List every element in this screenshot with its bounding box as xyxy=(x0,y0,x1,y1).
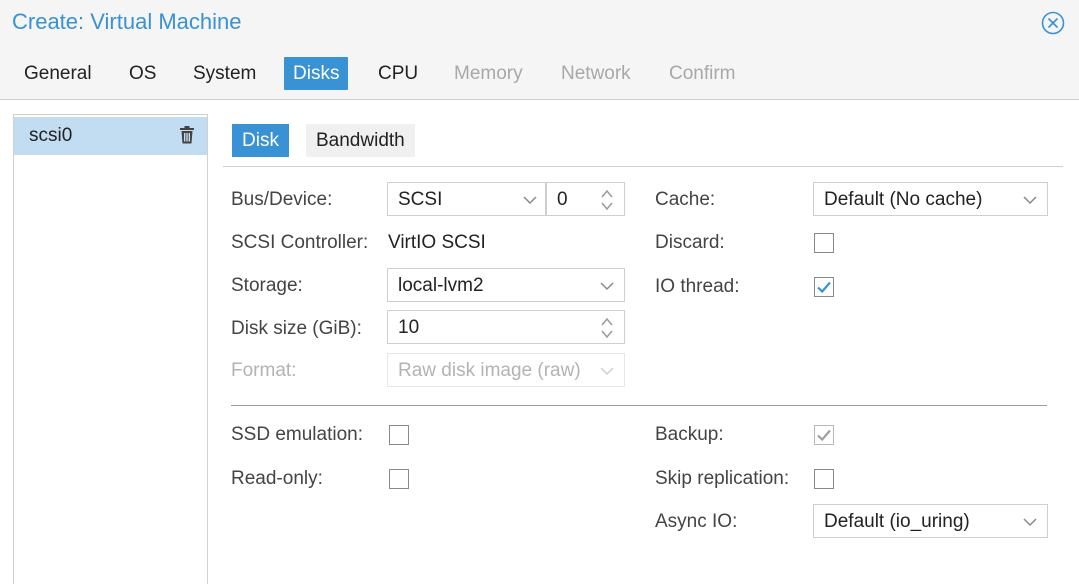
disk-list-item-label: scsi0 xyxy=(29,125,73,146)
tab-general[interactable]: General xyxy=(15,57,101,90)
cache-label: Cache: xyxy=(655,189,716,210)
async-io-select-value: Default (io_uring) xyxy=(824,511,970,532)
async-io-select[interactable]: Default (io_uring) xyxy=(813,504,1048,538)
storage-label: Storage: xyxy=(231,275,303,296)
tab-network: Network xyxy=(561,63,631,84)
subtab-divider xyxy=(223,166,1063,167)
check-icon xyxy=(817,429,831,442)
ssd-emulation-checkbox[interactable] xyxy=(389,425,409,445)
trash-icon[interactable] xyxy=(179,126,195,144)
chevron-down-icon xyxy=(1022,192,1038,208)
tab-os[interactable]: OS xyxy=(120,57,165,90)
disk-list-panel: scsi0 xyxy=(13,114,208,584)
io-thread-checkbox[interactable] xyxy=(814,277,834,297)
scsi-controller-value: VirtIO SCSI xyxy=(388,232,486,253)
tab-system[interactable]: System xyxy=(184,57,265,90)
bus-device-label: Bus/Device: xyxy=(231,189,333,210)
cache-select-value: Default (No cache) xyxy=(824,189,983,210)
window-titlebar: Create: Virtual Machine xyxy=(0,0,1079,48)
discard-checkbox[interactable] xyxy=(814,233,834,253)
chevron-down-icon xyxy=(522,192,538,208)
close-icon[interactable] xyxy=(1041,11,1065,35)
spinner-arrows-icon[interactable] xyxy=(599,187,615,213)
section-separator xyxy=(231,405,1047,406)
bus-select[interactable]: SCSI xyxy=(387,182,546,216)
format-select: Raw disk image (raw) xyxy=(387,353,625,387)
tab-cpu[interactable]: CPU xyxy=(369,57,427,90)
spinner-arrows-icon[interactable] xyxy=(599,315,615,341)
subtab-disk[interactable]: Disk xyxy=(232,124,289,157)
backup-checkbox xyxy=(814,425,834,445)
disk-size-label: Disk size (GiB): xyxy=(231,318,362,339)
window-title: Create: Virtual Machine xyxy=(12,9,242,34)
tab-memory: Memory xyxy=(454,63,523,84)
read-only-label: Read-only: xyxy=(231,468,323,489)
cache-select[interactable]: Default (No cache) xyxy=(813,182,1048,216)
disk-list-item-scsi0[interactable]: scsi0 xyxy=(14,117,207,155)
chevron-down-icon xyxy=(599,363,615,379)
check-icon xyxy=(817,281,831,294)
storage-select[interactable]: local-lvm2 xyxy=(387,268,625,302)
device-index-spinner[interactable]: 0 xyxy=(546,182,625,216)
async-io-label: Async IO: xyxy=(655,511,738,532)
bus-select-value: SCSI xyxy=(398,189,443,210)
device-index-value: 0 xyxy=(557,189,568,210)
tab-disks[interactable]: Disks xyxy=(284,57,349,90)
disk-size-spinner[interactable]: 10 xyxy=(387,310,625,344)
subtab-bandwidth[interactable]: Bandwidth xyxy=(306,124,415,157)
ssd-emulation-label: SSD emulation: xyxy=(231,424,364,445)
wizard-tabbar: General OS System Disks CPU Memory Netwo… xyxy=(0,48,1079,100)
chevron-down-icon xyxy=(1022,514,1038,530)
backup-label: Backup: xyxy=(655,424,724,445)
storage-select-value: local-lvm2 xyxy=(398,275,484,296)
tab-confirm: Confirm xyxy=(669,63,736,84)
format-label: Format: xyxy=(231,360,297,381)
skip-replication-label: Skip replication: xyxy=(655,468,790,489)
chevron-down-icon xyxy=(599,278,615,294)
disk-size-value: 10 xyxy=(398,317,420,338)
scsi-controller-label: SCSI Controller: xyxy=(231,232,369,253)
skip-replication-checkbox[interactable] xyxy=(814,469,834,489)
discard-label: Discard: xyxy=(655,232,725,253)
io-thread-label: IO thread: xyxy=(655,276,740,297)
format-select-value: Raw disk image (raw) xyxy=(398,360,581,381)
read-only-checkbox[interactable] xyxy=(389,469,409,489)
